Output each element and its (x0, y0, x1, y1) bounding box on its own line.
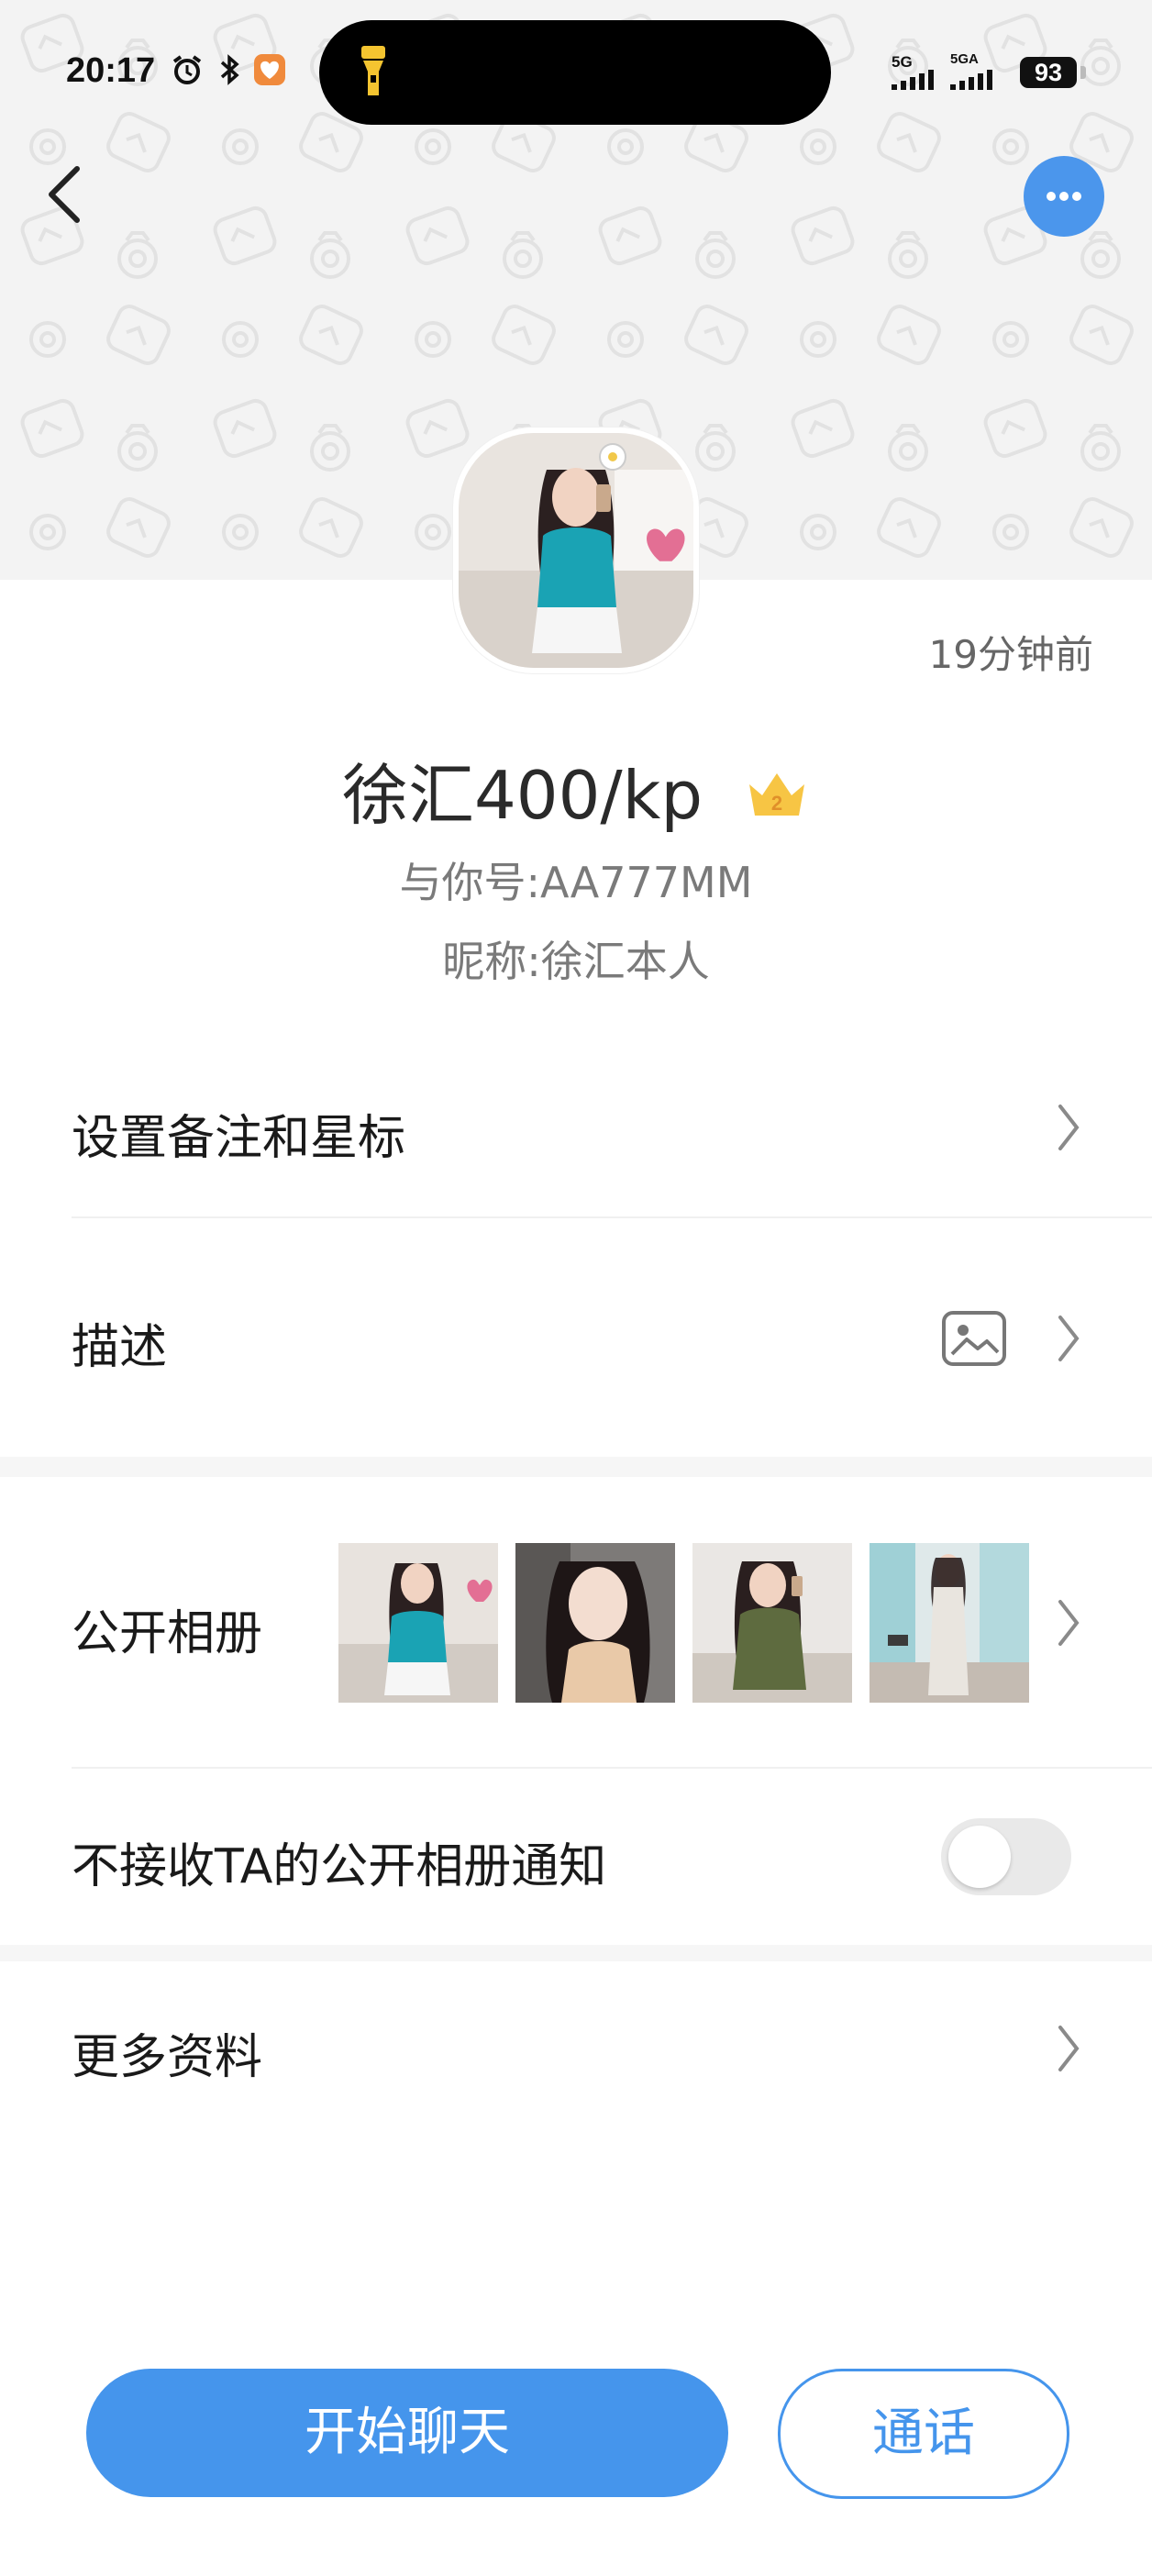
album-photo (338, 1543, 498, 1703)
avatar-photo (459, 433, 693, 668)
vip-crown-icon: 2 (748, 773, 804, 816)
album-photo (870, 1543, 1029, 1703)
avatar[interactable] (459, 433, 693, 668)
chevron-left-icon[interactable] (37, 158, 101, 231)
flashlight-icon (361, 46, 385, 95)
more-info-row[interactable]: 更多资料 (0, 1963, 1152, 2137)
chevron-right-icon (1058, 2026, 1080, 2071)
signal-icon (950, 70, 992, 90)
signal-icon (892, 70, 934, 90)
app-heart-icon (254, 54, 285, 85)
remark-row[interactable]: 设置备注和星标 (0, 1046, 1152, 1211)
nickname: 昵称:徐汇本人 (442, 937, 710, 986)
section-gap (0, 1945, 1152, 1961)
chevron-right-icon (1058, 1600, 1080, 1646)
bluetooth-icon (220, 54, 239, 85)
album-thumbnail[interactable] (692, 1543, 852, 1703)
network-5ga-label: 5GA (950, 51, 979, 67)
chevron-right-icon (1058, 1105, 1080, 1150)
alarm-icon (172, 55, 202, 84)
last-seen-time: 19分钟前 (928, 632, 1093, 677)
account-id: 与你号:AA777MM (399, 858, 753, 907)
chevron-right-icon (1058, 1316, 1080, 1361)
profile-name: 徐汇400/kp (342, 757, 703, 834)
dynamic-island (319, 20, 831, 125)
description-label: 描述 (72, 1320, 168, 1375)
image-icon (942, 1311, 1006, 1366)
more-info-label: 更多资料 (72, 2030, 263, 2085)
album-photo (515, 1543, 675, 1703)
more-dots-icon (1047, 192, 1081, 201)
start-chat-button[interactable]: 开始聊天 (86, 2369, 728, 2497)
album-notify-label: 不接收TA的公开相册通知 (72, 1839, 607, 1894)
more-button[interactable] (1024, 156, 1104, 237)
remark-label: 设置备注和星标 (72, 1111, 406, 1166)
toggle-knob (948, 1826, 1011, 1888)
album-thumbnail[interactable] (515, 1543, 675, 1703)
public-album-label: 公开相册 (72, 1606, 263, 1661)
section-gap (0, 1457, 1152, 1477)
album-photo (692, 1543, 852, 1703)
call-button[interactable]: 通话 (778, 2369, 1069, 2499)
divider (72, 1216, 1152, 1218)
album-notify-toggle[interactable] (941, 1818, 1071, 1895)
album-thumbnail[interactable] (338, 1543, 498, 1703)
battery-indicator: 93 (1020, 57, 1077, 88)
status-bar: 20:17 5G 5GA 93 (0, 0, 1152, 138)
status-time: 20:17 (66, 51, 156, 90)
album-thumbnail[interactable] (870, 1543, 1029, 1703)
profile-name-row: 徐汇400/kp 2 (0, 741, 1152, 838)
battery-tip (1080, 66, 1086, 79)
vip-level: 2 (771, 792, 782, 815)
network-5g-label: 5G (892, 53, 913, 71)
